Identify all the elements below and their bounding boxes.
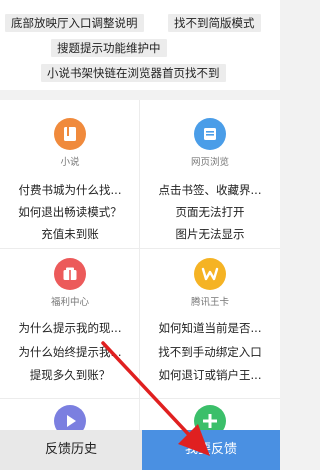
- submit-feedback-button[interactable]: 我要反馈: [142, 430, 280, 470]
- category-more[interactable]: [140, 405, 280, 430]
- bottom-action-bar: 反馈历史 我要反馈: [0, 430, 280, 470]
- book-icon: [54, 118, 86, 150]
- category-panel-2: 福利中心 腾讯王卡 为什么提示我的现... 为什么始终提示我... 提现多久到账…: [0, 248, 280, 398]
- hot-tag[interactable]: 底部放映厅入口调整说明: [5, 14, 144, 32]
- faq-link[interactable]: 如何知道当前是否...: [140, 320, 280, 336]
- gift-icon: [54, 258, 86, 290]
- faq-link[interactable]: 如何退订或销户王...: [140, 367, 280, 383]
- faq-link[interactable]: 付费书城为什么找...: [0, 182, 140, 198]
- category-welfare-center[interactable]: 福利中心: [0, 258, 140, 309]
- wangka-icon: [194, 258, 226, 290]
- faq-link[interactable]: 找不到手动绑定入口: [140, 344, 280, 360]
- category-novel[interactable]: 小说: [0, 118, 140, 169]
- faq-link[interactable]: 点击书签、收藏界...: [140, 182, 280, 198]
- category-web-browsing[interactable]: 网页浏览: [140, 118, 280, 169]
- category-panel-3: [0, 398, 280, 430]
- faq-link[interactable]: 提现多久到账？: [0, 367, 140, 383]
- play-icon: [54, 405, 86, 430]
- category-label: 腾讯王卡: [190, 297, 229, 308]
- faq-link[interactable]: 页面无法打开: [140, 204, 280, 220]
- faq-link[interactable]: 如何退出畅读模式？: [0, 204, 140, 220]
- hot-tag[interactable]: 搜题提示功能维护中: [51, 39, 167, 57]
- divider: [0, 248, 280, 249]
- plus-icon: [194, 405, 226, 430]
- category-tencent-wangka[interactable]: 腾讯王卡: [140, 258, 280, 309]
- globe-icon: [194, 118, 226, 150]
- faq-link[interactable]: 为什么始终提示我...: [0, 344, 140, 360]
- category-panel-1: 小说 网页浏览 付费书城为什么找... 如何退出畅读模式？ 充值未到账 点击书签…: [0, 100, 280, 248]
- category-label: 网页浏览: [190, 157, 229, 168]
- faq-link[interactable]: 图片无法显示: [140, 226, 280, 242]
- faq-link[interactable]: 充值未到账: [0, 226, 140, 242]
- faq-link[interactable]: 为什么提示我的现...: [0, 320, 140, 336]
- hot-tag[interactable]: 小说书架快链在浏览器首页找不到: [41, 64, 226, 82]
- hot-tag[interactable]: 找不到简版模式: [168, 14, 261, 32]
- category-label: 小说: [60, 157, 80, 168]
- category-video[interactable]: [0, 405, 140, 430]
- category-label: 福利中心: [50, 297, 89, 308]
- hot-tags-section: 底部放映厅入口调整说明 找不到简版模式 搜题提示功能维护中 小说书架快链在浏览器…: [0, 0, 280, 90]
- divider: [0, 398, 280, 399]
- feedback-history-button[interactable]: 反馈历史: [0, 430, 142, 470]
